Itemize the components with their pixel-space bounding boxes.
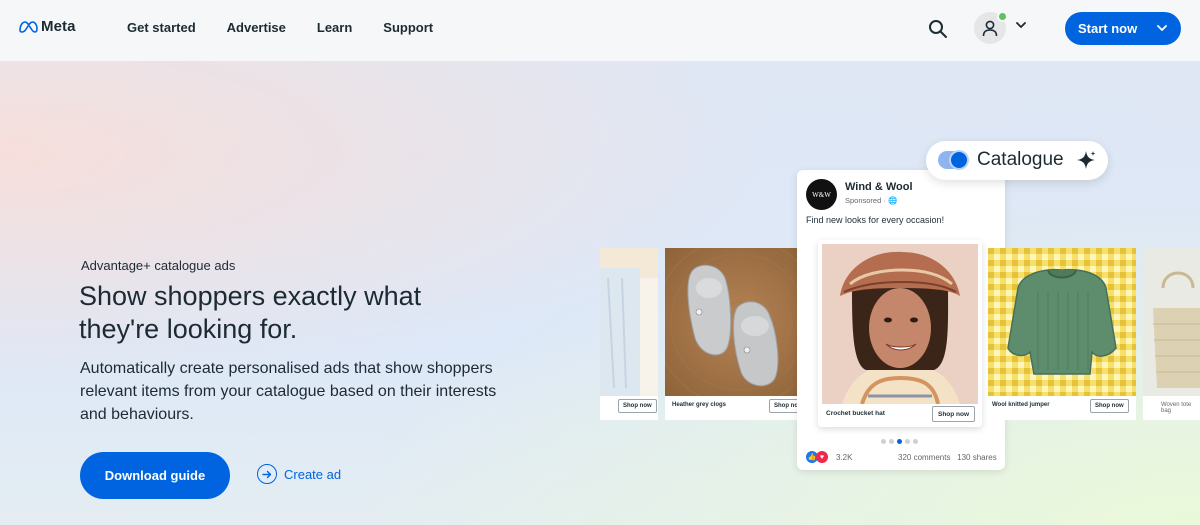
product-card-tote: Woven tote bag bbox=[1143, 248, 1200, 420]
comments-count[interactable]: 320 comments bbox=[898, 453, 950, 462]
hero-headline: Show shoppers exactly what they're looki… bbox=[79, 281, 422, 344]
product-caption: Wool knitted jumper bbox=[992, 402, 1050, 408]
clogs-image bbox=[665, 248, 813, 396]
chevron-down-icon[interactable] bbox=[1016, 21, 1026, 29]
catalogue-toggle[interactable] bbox=[938, 151, 968, 169]
search-icon[interactable] bbox=[928, 19, 948, 39]
carousel-dot-active[interactable] bbox=[897, 439, 902, 444]
shop-now-button[interactable]: Shop now bbox=[1090, 399, 1129, 413]
bucket-hat-model-image bbox=[822, 244, 978, 404]
post-text: Find new looks for every occasion! bbox=[806, 215, 945, 225]
reactions[interactable]: 👍 ♥ bbox=[806, 451, 828, 463]
user-icon bbox=[982, 20, 998, 36]
account-button[interactable] bbox=[974, 11, 1008, 44]
meta-infinity-icon bbox=[19, 20, 38, 33]
sponsored-label: Sponsored · 🌐 bbox=[845, 196, 898, 205]
shares-count[interactable]: 130 shares bbox=[957, 453, 997, 462]
nav-get-started[interactable]: Get started bbox=[127, 20, 196, 35]
product-card-clogs: Heather grey clogs Shop now bbox=[665, 248, 813, 420]
top-nav-bar: Meta Get started Advertise Learn Support… bbox=[0, 0, 1200, 62]
love-icon: ♥ bbox=[816, 451, 828, 463]
catalogue-toggle-pill[interactable]: Catalogue bbox=[926, 141, 1108, 180]
start-now-button[interactable]: Start now bbox=[1065, 12, 1181, 45]
product-card-jeans: Shop now bbox=[600, 248, 658, 420]
nav-support[interactable]: Support bbox=[383, 20, 433, 35]
create-ad-label: Create ad bbox=[284, 466, 342, 482]
arrow-right-icon bbox=[257, 464, 277, 484]
sparkle-icon bbox=[1077, 151, 1096, 169]
logo-text: Meta bbox=[41, 18, 76, 35]
reaction-count: 3.2K bbox=[836, 453, 853, 462]
hero-description: Automatically create personalised ads th… bbox=[80, 360, 497, 423]
product-card-bucket-hat: Crochet bucket hat bbox=[818, 240, 982, 427]
product-caption: Crochet bucket hat bbox=[826, 410, 885, 417]
nav-learn[interactable]: Learn bbox=[317, 20, 352, 35]
online-status-icon bbox=[997, 11, 1008, 22]
carousel-dot[interactable] bbox=[889, 439, 894, 444]
chevron-down-icon bbox=[1157, 25, 1167, 31]
jeans-image bbox=[600, 248, 658, 396]
tote-bag-image bbox=[1143, 248, 1200, 396]
brand-avatar: W&W bbox=[806, 179, 837, 210]
create-ad-link[interactable]: Create ad bbox=[257, 464, 341, 484]
meta-logo[interactable]: Meta bbox=[18, 18, 76, 35]
carousel-dot[interactable] bbox=[913, 439, 918, 444]
eyebrow-label: Advantage+ catalogue ads bbox=[81, 258, 236, 273]
brand-name[interactable]: Wind & Wool bbox=[845, 181, 913, 193]
carousel-dots[interactable] bbox=[881, 439, 918, 444]
carousel-dot[interactable] bbox=[905, 439, 910, 444]
product-card-jumper: Wool knitted jumper Shop now bbox=[988, 248, 1136, 420]
carousel-dot[interactable] bbox=[881, 439, 886, 444]
nav-advertise[interactable]: Advertise bbox=[227, 20, 286, 35]
engagement-stats: 320 comments 130 shares bbox=[898, 453, 997, 462]
catalogue-label: Catalogue bbox=[977, 149, 1064, 170]
toggle-knob bbox=[951, 152, 967, 168]
start-now-label: Start now bbox=[1078, 21, 1138, 36]
shop-now-button[interactable]: Shop now bbox=[618, 399, 657, 413]
main-nav: Get started Advertise Learn Support bbox=[127, 20, 433, 35]
product-caption: Woven tote bag bbox=[1161, 402, 1192, 414]
download-guide-button[interactable]: Download guide bbox=[80, 452, 230, 499]
shop-now-button[interactable]: Shop now bbox=[932, 406, 976, 422]
product-caption: Heather grey clogs bbox=[672, 402, 727, 408]
hero-section: Advantage+ catalogue ads Show shoppers e… bbox=[0, 62, 1200, 525]
jumper-image bbox=[988, 248, 1136, 396]
